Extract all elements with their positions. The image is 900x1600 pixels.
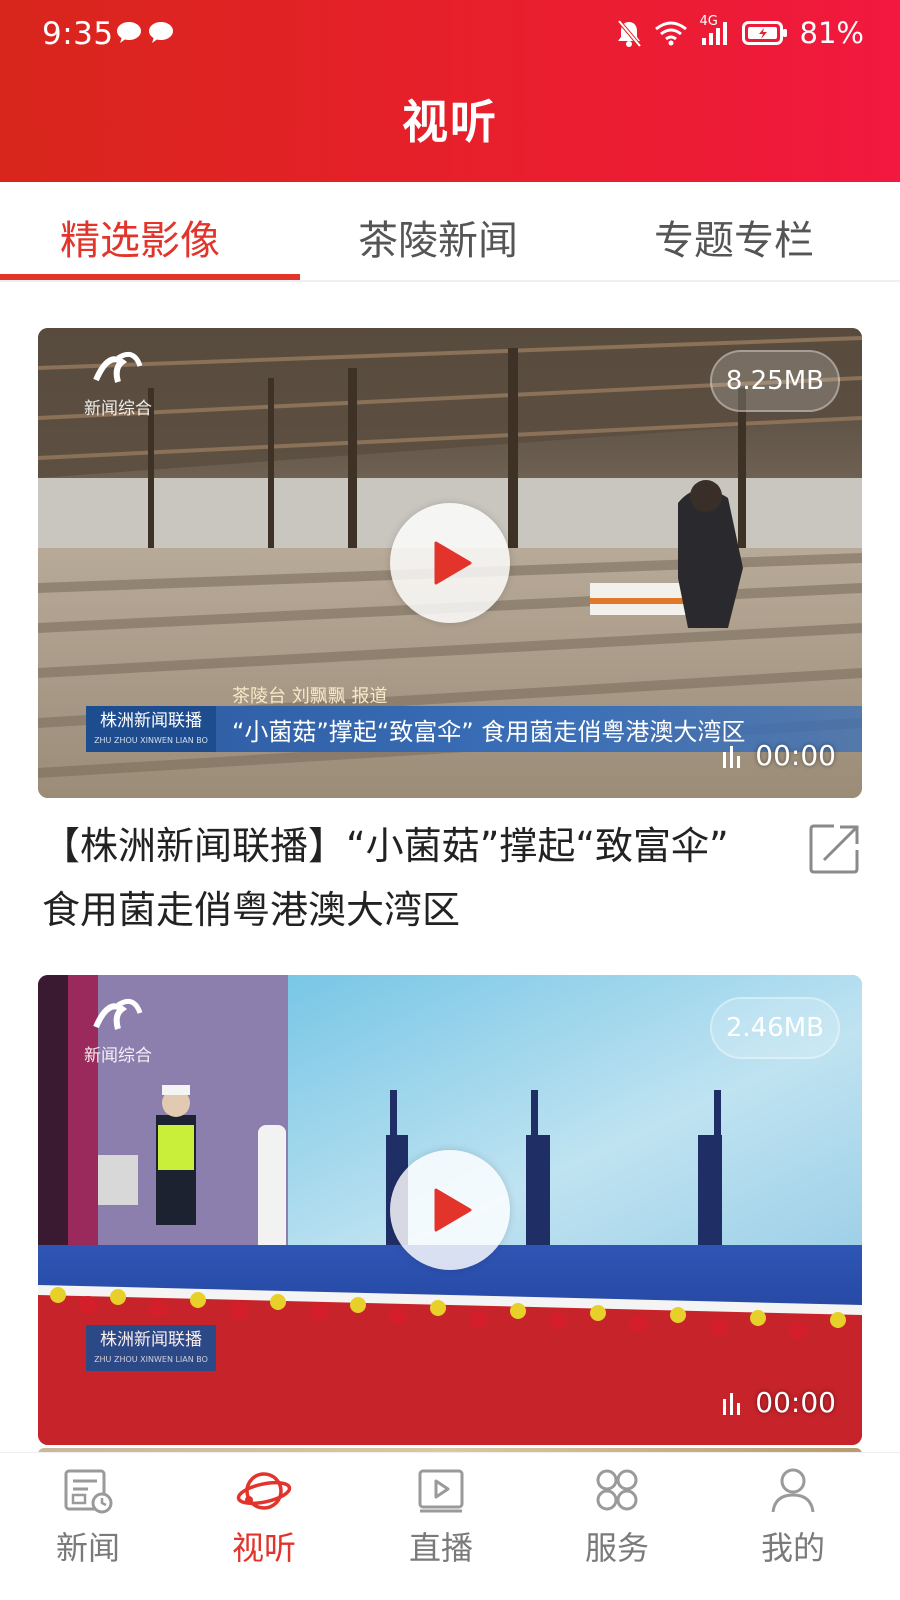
broadcast-headline: “小菌菇”撑起“致富伞” 食用菌走俏粤港澳大湾区 bbox=[232, 718, 746, 746]
status-bar: 9:35 4G 81% bbox=[0, 0, 900, 72]
video-duration: 00:00 bbox=[721, 739, 836, 772]
video-card[interactable]: 新闻综合 株洲新闻联播 ZHU ZHOU XINWEN LIAN BO 2.46… bbox=[38, 975, 862, 1445]
mute-bell-icon bbox=[616, 19, 642, 47]
nav-item-mine[interactable]: 我的 bbox=[743, 1463, 843, 1593]
program-brand-name: 株洲新闻联播 bbox=[100, 711, 202, 731]
bottom-navigation: 新闻 视听 直播 服务 我的 bbox=[0, 1452, 900, 1600]
play-button[interactable] bbox=[390, 1150, 510, 1270]
nav-label: 视听 bbox=[231, 1529, 296, 1567]
app-header: 9:35 4G 81% 视听 bbox=[0, 0, 900, 182]
duration-text: 00:00 bbox=[755, 1386, 836, 1419]
nav-item-news[interactable]: 新闻 bbox=[38, 1463, 138, 1593]
channel-name: 新闻综合 bbox=[84, 399, 152, 419]
nav-label: 直播 bbox=[408, 1529, 473, 1567]
video-thumbnail[interactable]: 新闻综合 株洲新闻联播 ZHU ZHOU XINWEN LIAN BO 2.46… bbox=[38, 975, 862, 1445]
play-icon bbox=[434, 541, 472, 585]
program-brand: 株洲新闻联播 ZHU ZHOU XINWEN LIAN BO bbox=[86, 1325, 216, 1371]
active-tab-indicator bbox=[0, 274, 300, 280]
page-title: 视听 bbox=[402, 95, 498, 149]
battery-level: 81% bbox=[799, 16, 864, 50]
nav-item-audiovisual[interactable]: 视听 bbox=[214, 1463, 314, 1593]
tab-featured[interactable]: 精选影像 bbox=[60, 208, 220, 266]
network-type: 4G bbox=[699, 14, 718, 29]
audio-bars-icon bbox=[723, 745, 741, 768]
program-brand-pinyin: ZHU ZHOU XINWEN LIAN BO bbox=[94, 736, 208, 745]
video-title[interactable]: 【株洲新闻联播】“小菌菇”撑起“致富伞” 食用菌走俏粤港澳大湾区 bbox=[42, 814, 762, 942]
play-button[interactable] bbox=[390, 503, 510, 623]
status-time: 9:35 bbox=[42, 16, 114, 52]
message-notifications bbox=[116, 22, 174, 44]
battery-icon bbox=[741, 20, 788, 46]
status-indicators: 4G 81% bbox=[616, 14, 864, 50]
news-icon bbox=[64, 1469, 113, 1514]
audio-bars-icon bbox=[723, 1392, 741, 1415]
message-bubble-icon bbox=[148, 22, 174, 44]
video-duration: 00:00 bbox=[721, 1386, 836, 1419]
video-thumbnail[interactable]: 新闻综合 茶陵台 刘飘飘 报道 株洲新闻联播 ZHU ZHOU XINWEN L… bbox=[38, 328, 862, 798]
play-icon bbox=[434, 1188, 472, 1232]
file-size-badge: 2.46MB bbox=[709, 997, 840, 1059]
channel-name: 新闻综合 bbox=[84, 1046, 152, 1066]
planet-icon bbox=[236, 1472, 292, 1510]
live-play-icon bbox=[418, 1469, 464, 1513]
file-size-badge: 8.25MB bbox=[709, 350, 840, 412]
channel-logo: 新闻综合 bbox=[84, 348, 152, 419]
duration-text: 00:00 bbox=[755, 739, 836, 772]
nav-label: 我的 bbox=[760, 1529, 825, 1567]
program-brand-name: 株洲新闻联播 bbox=[100, 1330, 202, 1350]
video-card[interactable]: 新闻综合 茶陵台 刘飘飘 报道 株洲新闻联播 ZHU ZHOU XINWEN L… bbox=[38, 328, 862, 932]
tab-special-topics[interactable]: 专题专栏 bbox=[654, 208, 814, 266]
cellular-signal-icon: 4G bbox=[700, 14, 730, 46]
nav-item-services[interactable]: 服务 bbox=[567, 1463, 667, 1593]
message-bubble-icon bbox=[116, 22, 142, 44]
nav-label: 新闻 bbox=[55, 1529, 120, 1567]
wifi-icon bbox=[654, 20, 688, 46]
services-grid-icon bbox=[596, 1469, 638, 1511]
program-brand: 株洲新闻联播 ZHU ZHOU XINWEN LIAN BO bbox=[86, 706, 216, 752]
program-brand-pinyin: ZHU ZHOU XINWEN LIAN BO bbox=[94, 1355, 208, 1364]
category-tabs: 精选影像 茶陵新闻 专题专栏 bbox=[0, 182, 900, 282]
profile-icon bbox=[771, 1468, 815, 1513]
nav-item-live[interactable]: 直播 bbox=[391, 1463, 491, 1593]
share-icon[interactable] bbox=[808, 822, 862, 876]
tab-chaling-news[interactable]: 茶陵新闻 bbox=[358, 208, 518, 266]
channel-logo: 新闻综合 bbox=[84, 995, 152, 1066]
reporter-credit: 茶陵台 刘飘飘 报道 bbox=[232, 686, 388, 707]
nav-label: 服务 bbox=[584, 1529, 649, 1567]
